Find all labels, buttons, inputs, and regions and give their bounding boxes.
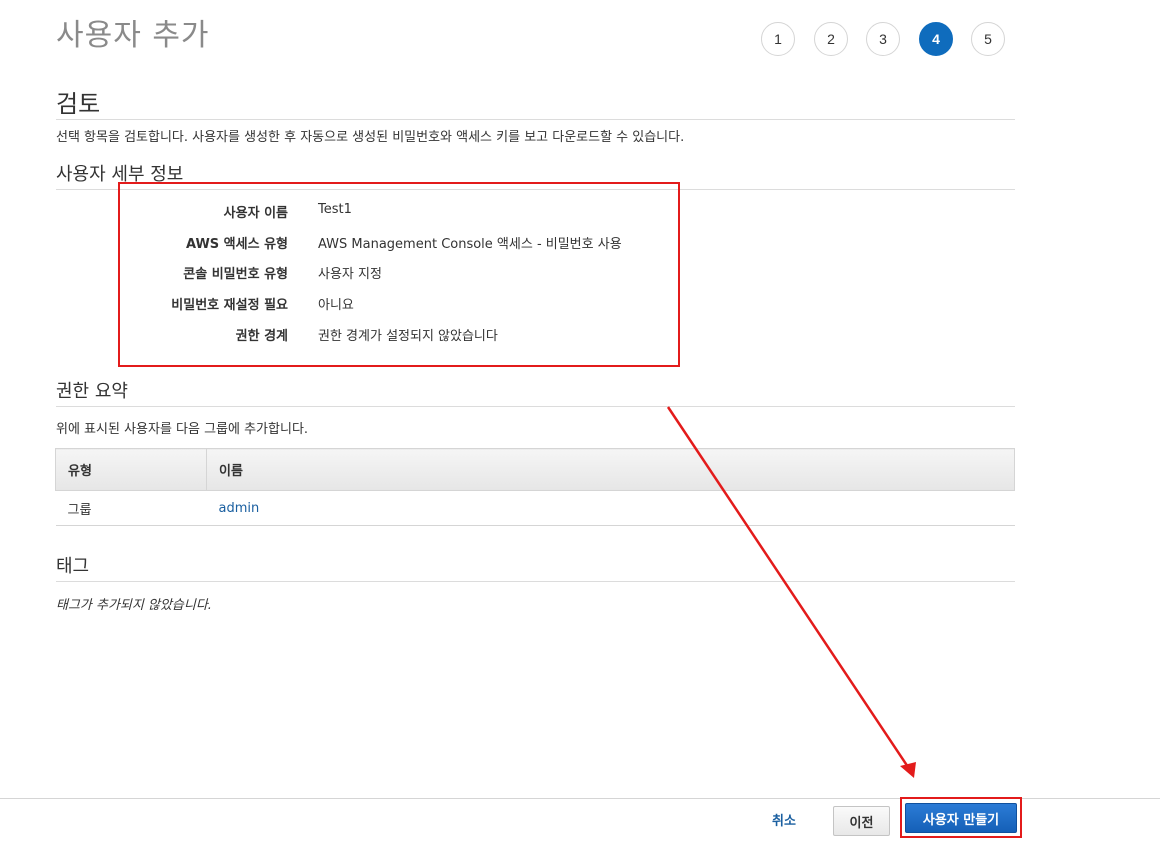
table-header-row: 유형 이름 <box>55 448 1015 491</box>
divider <box>56 581 1015 582</box>
column-header-type[interactable]: 유형 <box>55 448 207 491</box>
step-4-current[interactable]: 4 <box>919 22 953 56</box>
previous-button[interactable]: 이전 <box>833 806 890 836</box>
divider <box>56 119 1015 120</box>
cell-name: admin <box>206 490 1015 526</box>
step-1[interactable]: 1 <box>761 22 795 56</box>
permissions-table: 유형 이름 그룹 admin <box>55 448 1015 526</box>
tags-heading: 태그 <box>56 556 90 577</box>
page-title: 사용자 추가 <box>56 18 210 53</box>
group-link[interactable]: admin <box>219 501 260 516</box>
cell-type: 그룹 <box>55 490 207 526</box>
permissions-description: 위에 표시된 사용자를 다음 그룹에 추가합니다. <box>56 422 309 437</box>
review-description: 선택 항목을 검토합니다. 사용자를 생성한 후 자동으로 생성된 비밀번호와 … <box>56 130 685 145</box>
review-heading: 검토 <box>56 90 101 118</box>
highlight-box-create-button <box>900 797 1022 838</box>
tags-empty-message: 태그가 추가되지 않았습니다. <box>56 598 212 613</box>
column-header-name[interactable]: 이름 <box>206 448 1015 491</box>
step-3[interactable]: 3 <box>866 22 900 56</box>
step-5[interactable]: 5 <box>971 22 1005 56</box>
highlight-box-user-details <box>118 182 680 367</box>
permissions-heading: 권한 요약 <box>56 381 128 402</box>
step-2[interactable]: 2 <box>814 22 848 56</box>
divider <box>56 406 1015 407</box>
cancel-button[interactable]: 취소 <box>772 810 796 829</box>
table-row: 그룹 admin <box>55 490 1015 526</box>
